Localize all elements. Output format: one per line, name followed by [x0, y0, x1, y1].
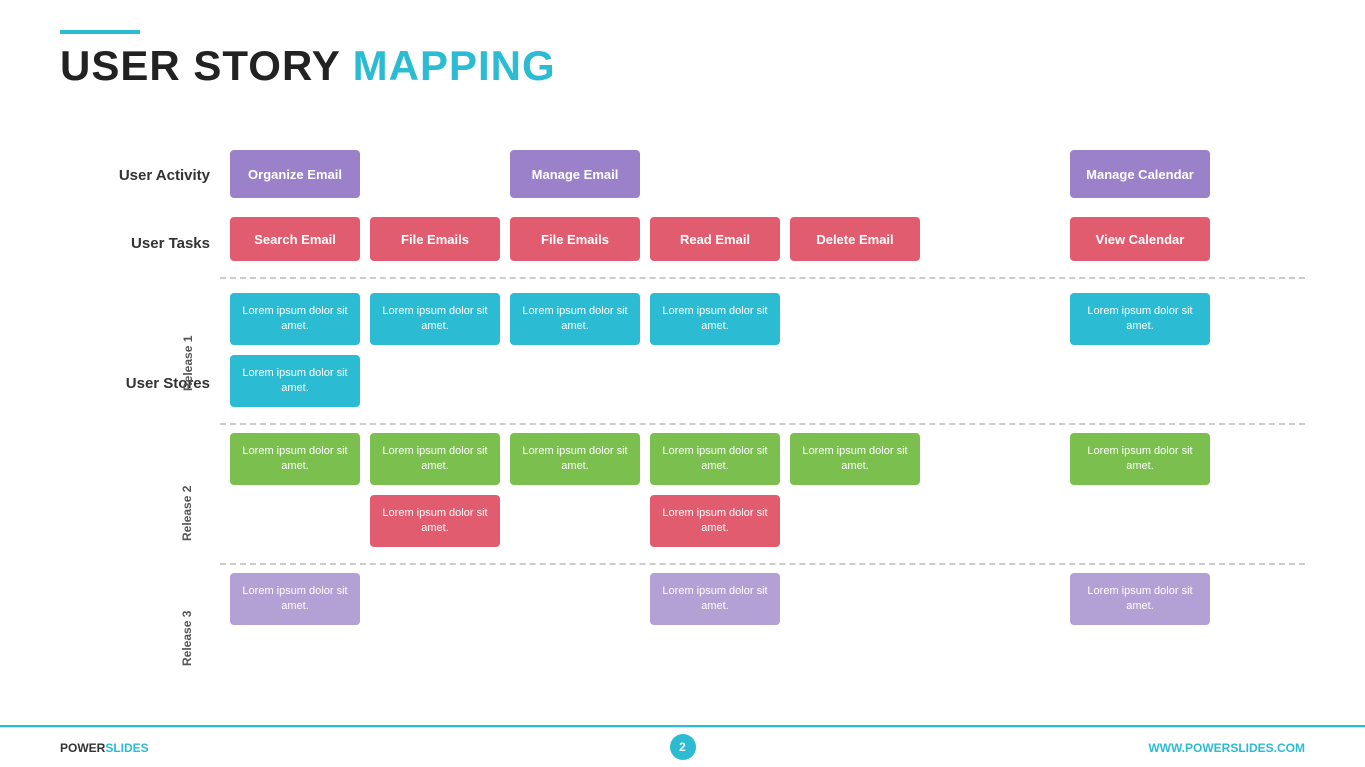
header-accent-line	[60, 30, 140, 34]
divider-3	[220, 563, 1305, 565]
r1r1-col2: Lorem ipsum dolor sit amet.	[510, 293, 640, 345]
divider-2	[220, 423, 1305, 425]
task-read-email: Read Email	[650, 217, 780, 261]
r1r1-col0: Lorem ipsum dolor sit amet.	[230, 293, 360, 345]
r2r2-col1: Lorem ipsum dolor sit amet.	[370, 495, 500, 547]
r2r1-col3: Lorem ipsum dolor sit amet.	[650, 433, 780, 485]
r1r1-col3: Lorem ipsum dolor sit amet.	[650, 293, 780, 345]
release1-label: Release 1	[180, 293, 197, 433]
release2-label: Release 2	[180, 433, 194, 593]
activity-manage-calendar: Manage Calendar	[1070, 150, 1210, 198]
task-delete-email: Delete Email	[790, 217, 920, 261]
r3r1-col0: Lorem ipsum dolor sit amet.	[230, 573, 360, 625]
task-file-emails-1: File Emails	[370, 217, 500, 261]
release3-label: Release 3	[180, 573, 194, 703]
footer-line	[0, 725, 1365, 727]
r2r1-col2: Lorem ipsum dolor sit amet.	[510, 433, 640, 485]
r3r1-col5: Lorem ipsum dolor sit amet.	[1070, 573, 1210, 625]
r3r1-col3: Lorem ipsum dolor sit amet.	[650, 573, 780, 625]
r2r1-col4: Lorem ipsum dolor sit amet.	[790, 433, 920, 485]
activity-manage-email: Manage Email	[510, 150, 640, 198]
header: USER STORY MAPPING	[60, 30, 556, 90]
grid: Organize Email Manage Email Manage Calen…	[220, 145, 1305, 717]
r2r1-col0: Lorem ipsum dolor sit amet.	[230, 433, 360, 485]
footer-url: WWW.POWERSLIDES.COM	[1148, 741, 1305, 755]
r1r1-col5: Lorem ipsum dolor sit amet.	[1070, 293, 1210, 345]
footer: POWERSLIDES 2 WWW.POWERSLIDES.COM	[0, 727, 1365, 767]
label-user-tasks: User Tasks	[60, 235, 210, 252]
task-file-emails-2: File Emails	[510, 217, 640, 261]
label-user-activity: User Activity	[60, 167, 210, 184]
r2r1-col5: Lorem ipsum dolor sit amet.	[1070, 433, 1210, 485]
task-search-email: Search Email	[230, 217, 360, 261]
r1r1-col1: Lorem ipsum dolor sit amet.	[370, 293, 500, 345]
task-view-calendar: View Calendar	[1070, 217, 1210, 261]
footer-brand: POWERSLIDES	[60, 741, 149, 755]
main-content: User Activity User Tasks User Stores Org…	[60, 145, 1305, 717]
page-title: USER STORY MAPPING	[60, 42, 556, 90]
activity-organize-email: Organize Email	[230, 150, 360, 198]
divider-1	[220, 277, 1305, 279]
footer-page-number: 2	[670, 734, 696, 760]
r1r2-col0: Lorem ipsum dolor sit amet.	[230, 355, 360, 407]
r2r2-col3: Lorem ipsum dolor sit amet.	[650, 495, 780, 547]
r2r1-col1: Lorem ipsum dolor sit amet.	[370, 433, 500, 485]
